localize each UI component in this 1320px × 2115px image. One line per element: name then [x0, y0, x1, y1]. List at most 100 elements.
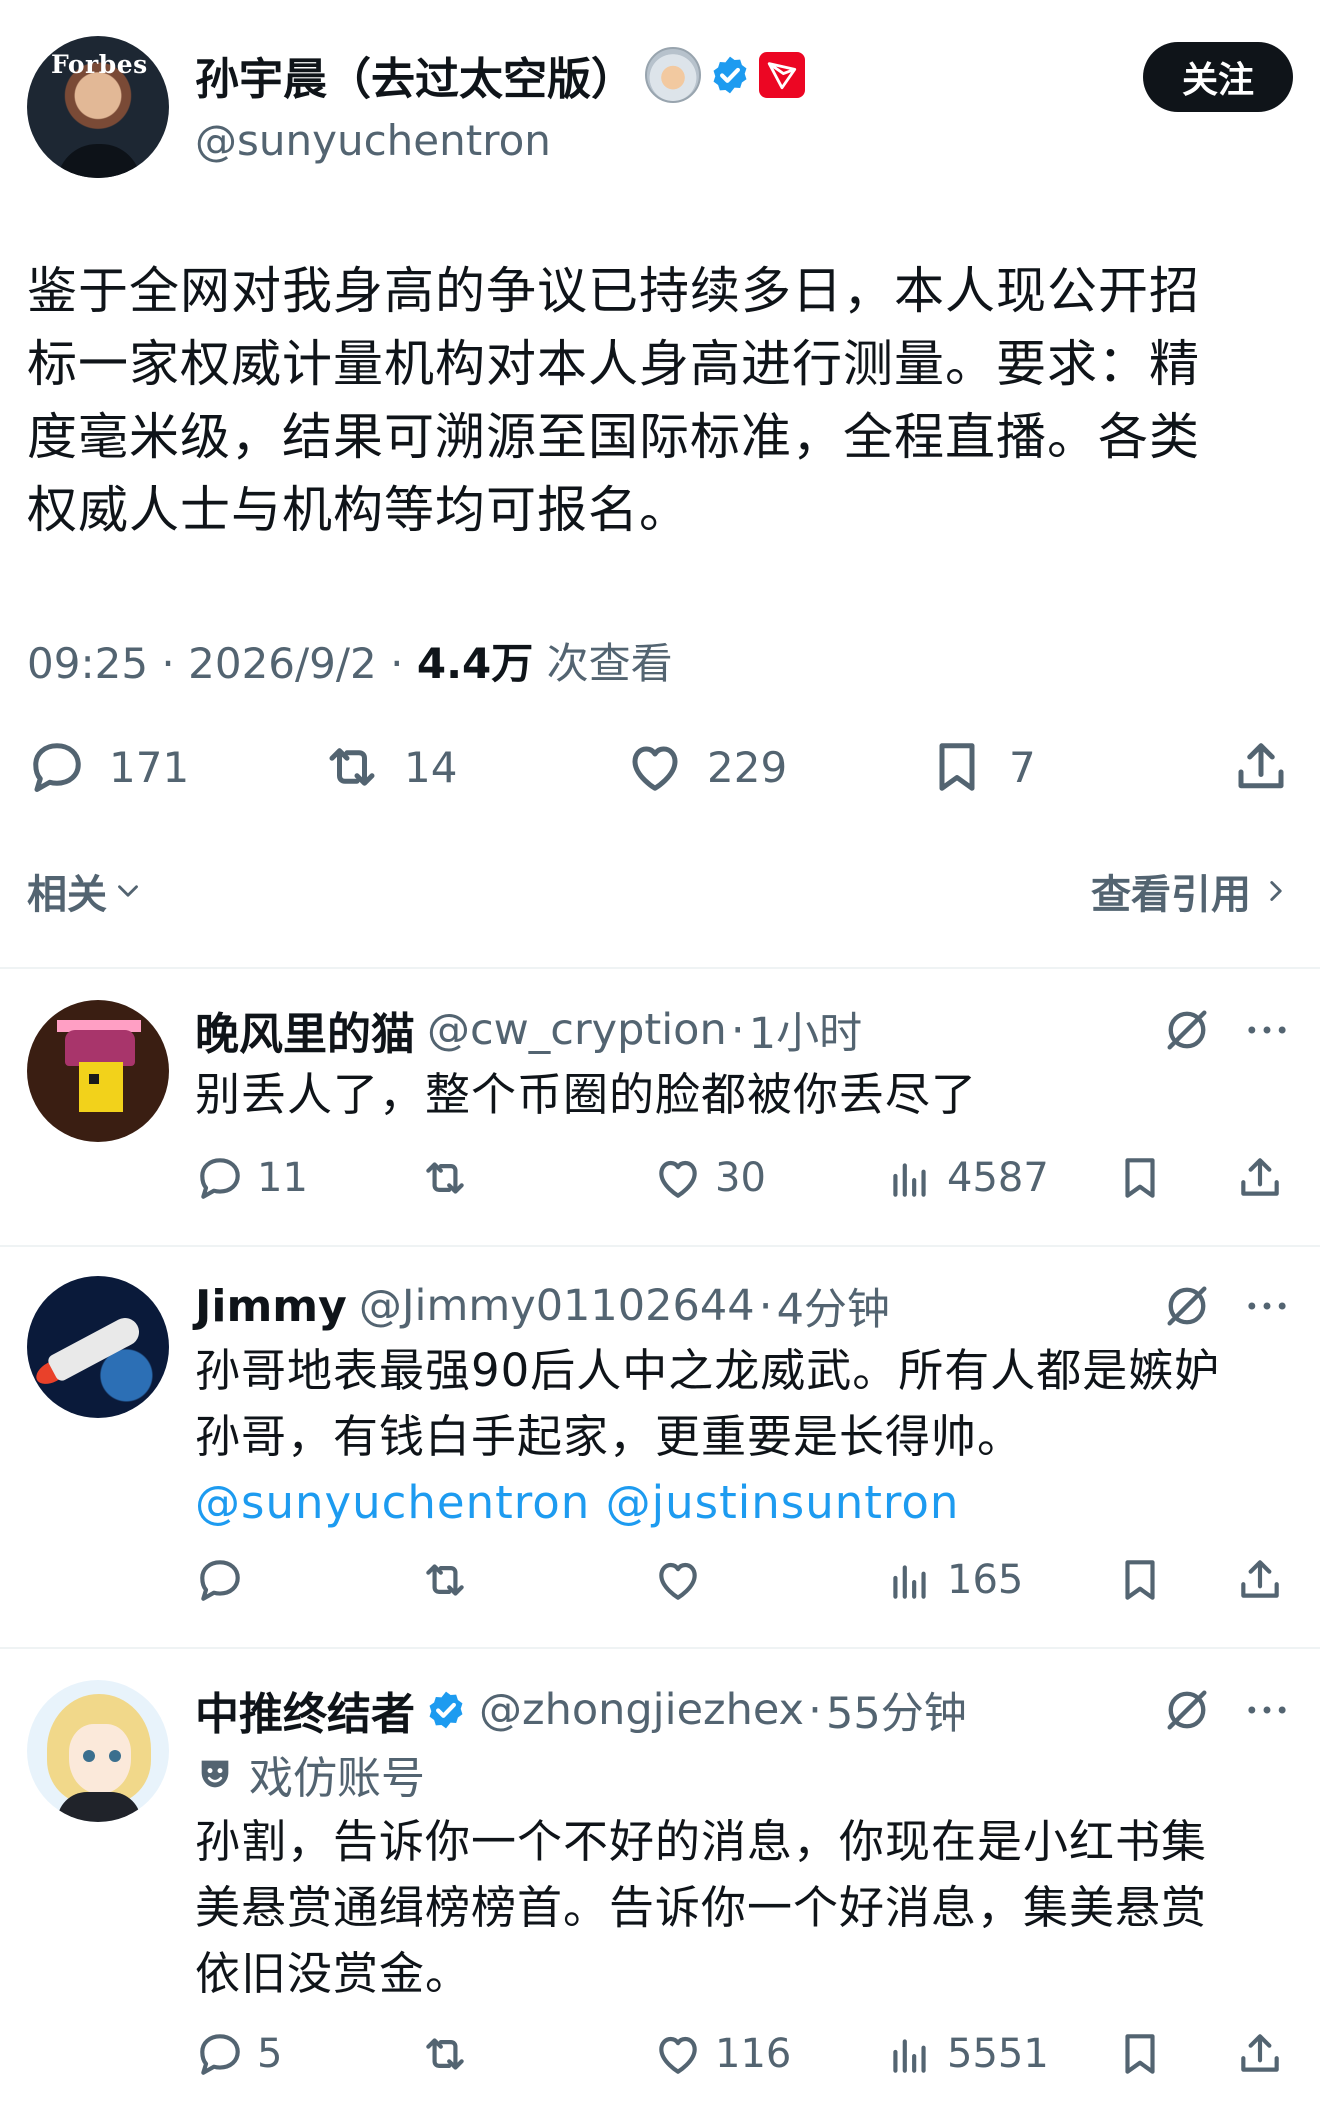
reply-handle[interactable]: @zhongjiezhex	[479, 1685, 804, 1735]
reply-item[interactable]: Jimmy @Jimmy01102644 · 4分钟 孙哥地表最强90后人中之龙…	[0, 1276, 1320, 1636]
reply-display-name[interactable]: Jimmy	[195, 1281, 347, 1332]
tron-logo-icon	[759, 52, 805, 98]
ellipsis-icon[interactable]	[1241, 1280, 1293, 1332]
reply-handle[interactable]: @cw_cryption	[427, 1005, 727, 1055]
astronaut-emoji-icon	[645, 47, 701, 103]
grok-slash-icon[interactable]	[1161, 1004, 1213, 1056]
quotes-label: 查看引用	[1091, 872, 1251, 918]
repost-arrows-icon	[426, 1162, 464, 1194]
reply-separator: ·	[758, 1280, 773, 1332]
main-text-line: 权威人士与机构等均可报名。	[27, 481, 690, 539]
reply-time[interactable]: 55分钟	[826, 1679, 967, 1741]
main-text-line: 度毫米级，结果可溯源至国际标准，全程直播。各类	[27, 408, 1200, 466]
reply-text-line: 依旧没赏金。	[195, 1947, 472, 2000]
like-button[interactable]: 229	[625, 735, 787, 799]
follow-button[interactable]: 关注	[1143, 42, 1293, 112]
reply-button[interactable]: 5	[195, 2026, 282, 2082]
reply-separator: ·	[730, 1004, 745, 1056]
ellipsis-icon[interactable]	[1241, 1684, 1293, 1736]
reply-button[interactable]	[195, 1552, 245, 1608]
speech-bubble-icon	[33, 743, 81, 792]
chevron-down-icon	[118, 885, 138, 897]
repost-arrows-icon	[329, 748, 375, 786]
like-button[interactable]	[653, 1552, 703, 1608]
repost-button[interactable]: 14	[322, 735, 457, 799]
bookmark-button[interactable]: 7	[927, 735, 1036, 799]
bookmark-button[interactable]	[1115, 1150, 1165, 1206]
heart-icon	[632, 746, 678, 791]
bookmark-icon	[1125, 1158, 1155, 1198]
meta-separator: ·	[390, 639, 404, 688]
reply-header: 中推终结者 @zhongjiezhex · 55分钟	[195, 1678, 967, 1742]
main-tweet-text: 鉴于全网对我身高的争议已持续多日，本人现公开招 标一家权威计量机构对本人身高进行…	[27, 255, 1293, 547]
reply-avatar[interactable]	[27, 1000, 169, 1142]
share-button[interactable]	[1235, 1552, 1285, 1608]
reply-text-line: 孙割，告诉你一个不好的消息，你现在是小红书集	[195, 1815, 1208, 1868]
main-avatar[interactable]: Forbes	[27, 36, 169, 178]
like-count: 30	[715, 1155, 766, 1201]
tweet-date[interactable]: 2026/9/2	[188, 639, 377, 688]
like-count: 229	[707, 742, 788, 792]
views-button[interactable]: 5551	[885, 2026, 1049, 2082]
speech-bubble-icon	[200, 1560, 240, 1601]
share-button[interactable]	[1235, 1150, 1285, 1206]
reply-avatar[interactable]	[27, 1276, 169, 1418]
views-button[interactable]: 165	[885, 1552, 1023, 1608]
grok-slash-icon[interactable]	[1161, 1280, 1213, 1332]
related-row: 相关 查看引用	[27, 862, 1293, 928]
views-count: 5551	[947, 2031, 1049, 2077]
reply-header: Jimmy @Jimmy01102644 · 4分钟	[195, 1276, 890, 1336]
views-label: 次查看	[546, 639, 673, 688]
reply-text-line: 美悬赏通缉榜榜首。告诉你一个好消息，集美悬赏	[195, 1881, 1208, 1934]
reply-header: 晚风里的猫 @cw_cryption · 1小时	[195, 998, 862, 1062]
reply-mentions[interactable]: @sunyuchentron @justinsuntron	[195, 1470, 1275, 1536]
speech-bubble-icon	[200, 2034, 240, 2075]
divider	[0, 1245, 1320, 1247]
bookmark-icon	[1125, 2034, 1155, 2074]
views-button[interactable]: 4587	[885, 1150, 1049, 1206]
share-upload-icon	[1241, 2034, 1279, 2072]
avatar-forbes-text: Forbes	[51, 50, 148, 79]
reply-text: 孙割，告诉你一个不好的消息，你现在是小红书集 美悬赏通缉榜榜首。告诉你一个好消息…	[195, 1809, 1275, 2007]
main-name-row: 孙宇晨（去过太空版）	[195, 44, 805, 106]
reply-time[interactable]: 4分钟	[777, 1275, 890, 1337]
repost-button[interactable]	[420, 2026, 470, 2082]
reply-count: 171	[109, 742, 190, 792]
views-count: 165	[947, 1557, 1024, 1603]
reply-display-name[interactable]: 晚风里的猫	[195, 998, 415, 1062]
reply-item[interactable]: 晚风里的猫 @cw_cryption · 1小时 别丢人了，整个币圈的脸都被你丢…	[0, 1000, 1320, 1240]
theater-mask-icon	[201, 1760, 229, 1788]
reply-button[interactable]: 171	[27, 735, 189, 799]
like-button[interactable]: 30	[653, 1150, 766, 1206]
main-tweet-meta: 09:25 · 2026/9/2 · 4.4万 次查看	[27, 630, 673, 691]
bookmark-icon	[939, 743, 975, 791]
main-display-name[interactable]: 孙宇晨（去过太空版）	[195, 43, 635, 107]
ellipsis-icon[interactable]	[1241, 1004, 1293, 1056]
like-count: 116	[715, 2031, 792, 2077]
bar-chart-icon	[893, 1163, 926, 1197]
reply-handle[interactable]: @Jimmy01102644	[359, 1281, 755, 1331]
repost-button[interactable]	[420, 1150, 482, 1206]
share-button[interactable]	[1235, 2026, 1285, 2082]
reply-action-bar: 165	[195, 1552, 1295, 1608]
reply-separator: ·	[808, 1684, 822, 1736]
reply-count: 5	[257, 2031, 283, 2077]
reply-avatar[interactable]	[27, 1680, 169, 1822]
main-tweet-header: Forbes 孙宇晨（去过太空版） @sunyuchentron 关注	[27, 36, 1293, 178]
bar-chart-icon	[893, 2039, 926, 2073]
bookmark-button[interactable]	[1115, 1552, 1165, 1608]
reply-item[interactable]: 中推终结者 @zhongjiezhex · 55分钟 戏仿账号 孙割，告诉你一个…	[0, 1680, 1320, 2110]
tweet-time[interactable]: 09:25	[27, 639, 148, 688]
repost-button[interactable]	[420, 1552, 470, 1608]
bookmark-button[interactable]	[1115, 2026, 1165, 2082]
related-label: 相关	[27, 872, 107, 918]
view-quotes-link[interactable]: 查看引用	[1091, 862, 1293, 920]
reply-time[interactable]: 1小时	[749, 999, 862, 1061]
like-button[interactable]: 116	[653, 2026, 791, 2082]
reply-button[interactable]: 11	[195, 1150, 308, 1206]
share-button[interactable]	[1231, 735, 1291, 799]
related-dropdown[interactable]: 相关	[27, 862, 145, 920]
grok-slash-icon[interactable]	[1161, 1684, 1213, 1736]
main-handle[interactable]: @sunyuchentron	[195, 116, 551, 165]
reply-display-name[interactable]: 中推终结者	[195, 1678, 415, 1742]
